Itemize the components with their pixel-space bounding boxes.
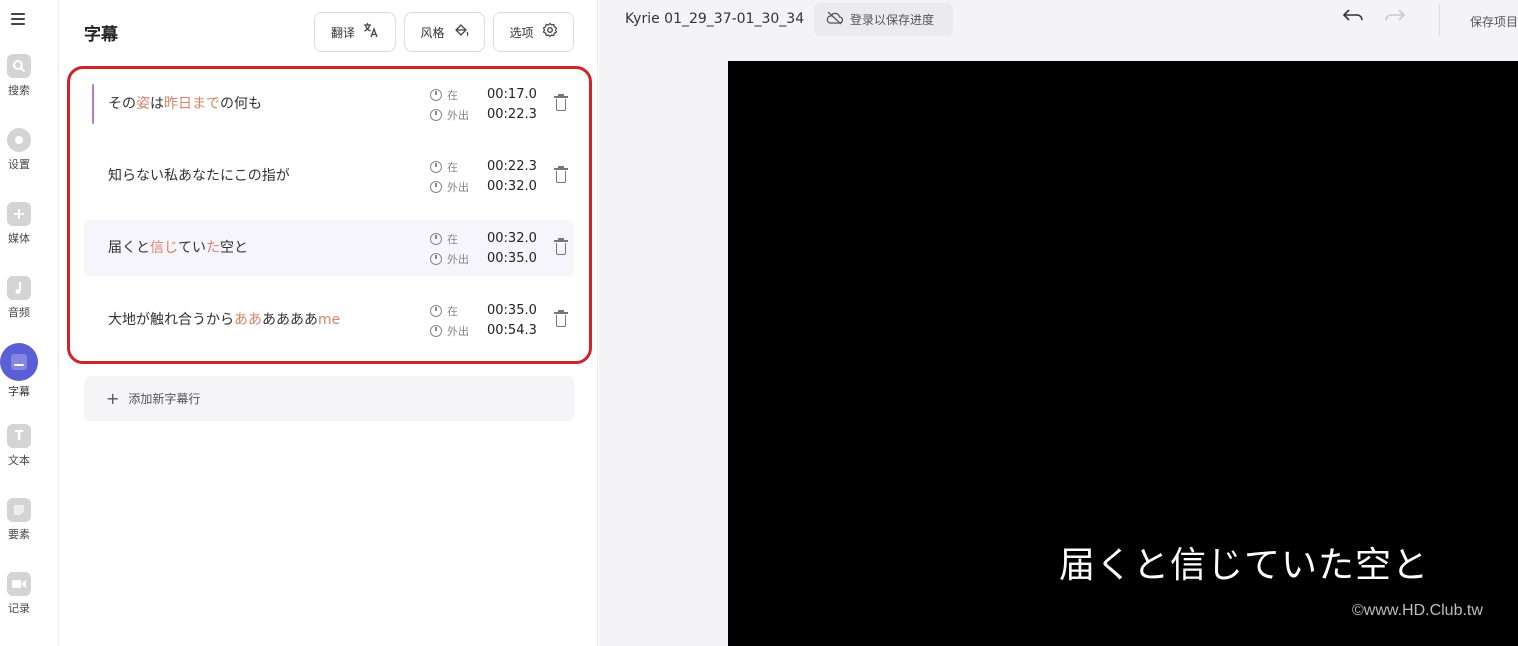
settings-icon — [7, 128, 31, 152]
rail-label: 记录 — [8, 602, 30, 615]
timer-icon — [430, 161, 442, 173]
out-time-value[interactable]: 00:22.3 — [487, 107, 537, 122]
add-subtitle-row-button[interactable]: + 添加新字幕行 — [84, 376, 574, 421]
rail-label: 媒体 — [8, 232, 30, 245]
plus-icon — [7, 202, 31, 226]
out-time-label: 外出 — [430, 251, 469, 267]
subtitle-row[interactable]: その姿は昨日までの何も 在 00:17.0 外出 00:22.3 — [84, 76, 574, 132]
video-caption: 届くと信じていた空と — [1059, 545, 1430, 586]
watermark: ©www.HD.Club.tw — [1352, 602, 1483, 619]
out-time-value[interactable]: 00:35.0 — [487, 251, 537, 266]
in-time-value[interactable]: 00:17.0 — [487, 87, 537, 102]
in-time-label: 在 — [430, 303, 458, 319]
rail-label: 设置 — [8, 158, 30, 171]
sticker-icon — [7, 498, 31, 522]
timer-icon — [430, 233, 442, 245]
rail-label: 音频 — [8, 306, 30, 319]
out-time-label: 外出 — [430, 107, 469, 123]
music-icon — [7, 276, 31, 300]
record-icon — [7, 572, 31, 596]
out-time-label: 外出 — [430, 323, 469, 339]
add-row-label: 添加新字幕行 — [128, 392, 201, 406]
trash-icon[interactable] — [554, 310, 568, 327]
rail-item-media[interactable]: 媒体 — [0, 202, 38, 246]
login-label: 登录以保存进度 — [850, 13, 935, 27]
out-time-value[interactable]: 00:32.0 — [487, 179, 537, 194]
subtitles-panel: 字幕 翻译 风格 选项 その姿は昨日までの何も 在 00:17.0 外出 00:… — [60, 0, 598, 646]
paint-bucket-icon — [453, 22, 469, 42]
rail-item-audio[interactable]: 音频 — [0, 276, 38, 320]
timer-icon — [430, 89, 442, 101]
toolbar-divider — [1439, 4, 1440, 36]
timer-icon — [430, 325, 442, 337]
left-rail: 搜索 设置 媒体 音频 字幕 T 文本 要素 记录 — [0, 0, 59, 646]
rail-label: 搜索 — [8, 84, 30, 97]
text-icon: T — [7, 424, 31, 448]
translate-label: 翻译 — [330, 25, 355, 40]
trash-icon[interactable] — [554, 94, 568, 111]
subtitle-text[interactable]: 届くと信じていた空と — [108, 237, 248, 257]
subtitle-text[interactable]: その姿は昨日までの何も — [108, 93, 262, 113]
trash-icon[interactable] — [554, 166, 568, 183]
style-button[interactable]: 风格 — [404, 12, 485, 52]
subtitle-row[interactable]: 届くと信じていた空と 在 00:32.0 外出 00:35.0 — [84, 220, 574, 276]
rail-label: 文本 — [8, 454, 30, 467]
timer-icon — [430, 109, 442, 121]
subtitle-text[interactable]: 知らない私あなたにこの指が — [108, 165, 290, 185]
rail-item-settings[interactable]: 设置 — [0, 128, 38, 172]
out-time-value[interactable]: 00:54.3 — [487, 323, 537, 338]
translate-icon — [363, 22, 379, 42]
project-name[interactable]: Kyrie 01_29_37-01_30_34 — [625, 11, 804, 27]
active-row-indicator — [92, 84, 94, 124]
subtitle-row[interactable]: 大地が触れ合うからああああああme 在 00:35.0 外出 00:54.3 — [84, 292, 574, 348]
subtitle-text[interactable]: 大地が触れ合うからああああああme — [108, 309, 340, 329]
panel-title: 字幕 — [84, 25, 118, 45]
menu-icon[interactable] — [11, 13, 25, 25]
options-label: 选项 — [509, 25, 534, 40]
save-project-button[interactable]: 保存项目 — [1470, 13, 1518, 30]
rail-item-text[interactable]: T 文本 — [0, 424, 38, 468]
video-preview[interactable]: 届くと信じていた空と ©www.HD.Club.tw — [728, 61, 1518, 646]
style-label: 风格 — [420, 25, 445, 40]
subtitle-row[interactable]: 知らない私あなたにこの指が 在 00:22.3 外出 00:32.0 — [84, 148, 574, 204]
rail-item-subtitles[interactable]: 字幕 — [0, 343, 38, 399]
in-time-value[interactable]: 00:22.3 — [487, 159, 537, 174]
in-time-label: 在 — [430, 159, 458, 175]
rail-item-record[interactable]: 记录 — [0, 572, 38, 616]
in-time-value[interactable]: 00:35.0 — [487, 303, 537, 318]
trash-icon[interactable] — [554, 238, 568, 255]
gear-icon — [542, 22, 558, 42]
undo-icon[interactable] — [1341, 6, 1365, 32]
cloud-off-icon — [826, 11, 844, 28]
out-time-label: 外出 — [430, 179, 469, 195]
rail-item-search[interactable]: 搜索 — [0, 54, 38, 98]
plus-icon: + — [106, 389, 120, 408]
search-icon — [7, 54, 31, 78]
login-to-save-button[interactable]: 登录以保存进度 — [814, 3, 953, 36]
in-time-label: 在 — [430, 87, 458, 103]
rail-label: 要素 — [8, 528, 30, 541]
subtitles-icon — [0, 343, 38, 381]
translate-button[interactable]: 翻译 — [314, 12, 396, 52]
in-time-value[interactable]: 00:32.0 — [487, 231, 537, 246]
rail-label: 字幕 — [8, 385, 30, 398]
redo-icon[interactable] — [1383, 6, 1407, 32]
options-button[interactable]: 选项 — [493, 12, 574, 52]
timer-icon — [430, 253, 442, 265]
rail-item-elements[interactable]: 要素 — [0, 498, 38, 542]
in-time-label: 在 — [430, 231, 458, 247]
timer-icon — [430, 181, 442, 193]
timer-icon — [430, 305, 442, 317]
